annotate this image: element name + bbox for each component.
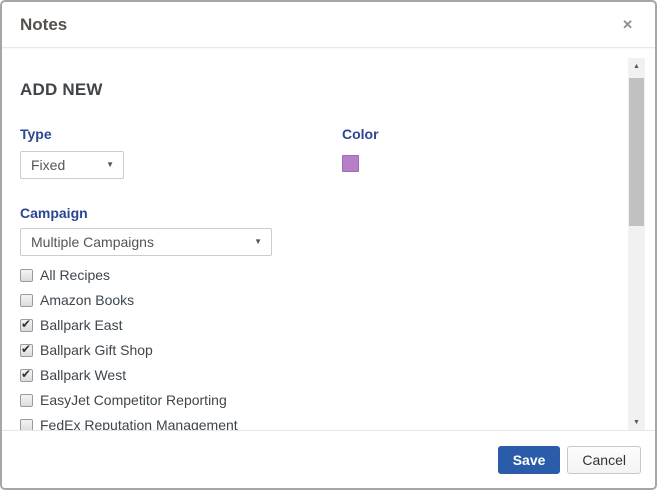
save-button[interactable]: Save	[498, 446, 561, 474]
modal-footer: Save Cancel	[2, 430, 655, 488]
scrollbar[interactable]: ▲ ▼	[628, 58, 645, 430]
scrollbar-thumb[interactable]	[629, 78, 644, 226]
campaign-option-row[interactable]: Ballpark East	[20, 313, 615, 338]
campaign-label: Campaign	[20, 205, 615, 222]
scroll-up-icon[interactable]: ▲	[628, 58, 645, 74]
type-label: Type	[20, 126, 342, 143]
campaign-option-row[interactable]: Ballpark Gift Shop	[20, 338, 615, 363]
modal-title: Notes	[20, 15, 67, 35]
campaign-option-checkbox[interactable]	[20, 319, 33, 332]
campaign-option-row[interactable]: FedEx Reputation Management	[20, 413, 615, 430]
chevron-down-icon: ▼	[106, 152, 114, 178]
campaign-option-checkbox[interactable]	[20, 269, 33, 282]
campaign-option-checkbox[interactable]	[20, 369, 33, 382]
type-select-value: Fixed	[31, 157, 65, 173]
cancel-button[interactable]: Cancel	[567, 446, 641, 474]
campaign-option-row[interactable]: All Recipes	[20, 263, 615, 288]
type-select[interactable]: Fixed ▼	[20, 151, 124, 179]
campaign-select[interactable]: Multiple Campaigns ▼	[20, 228, 272, 256]
type-color-row: Type Fixed ▼ Color	[20, 126, 615, 179]
campaign-option-row[interactable]: EasyJet Competitor Reporting	[20, 388, 615, 413]
campaign-option-label: Ballpark West	[40, 363, 126, 388]
campaign-option-label: Ballpark East	[40, 313, 122, 338]
color-field: Color	[342, 126, 379, 179]
campaign-option-checkbox[interactable]	[20, 344, 33, 357]
notes-modal: Notes ✕ ADD NEW Type Fixed ▼ Color Campa…	[0, 0, 657, 490]
color-swatch[interactable]	[342, 155, 359, 172]
campaign-option-row[interactable]: Amazon Books	[20, 288, 615, 313]
color-label: Color	[342, 126, 379, 143]
chevron-down-icon: ▼	[254, 229, 262, 255]
campaign-checkbox-list: All Recipes Amazon Books Ballpark East B…	[20, 263, 615, 430]
campaign-field: Campaign Multiple Campaigns ▼	[20, 205, 615, 256]
campaign-option-label: FedEx Reputation Management	[40, 413, 238, 430]
campaign-select-value: Multiple Campaigns	[31, 234, 154, 250]
modal-body: ADD NEW Type Fixed ▼ Color Campaign Mult…	[2, 48, 655, 430]
campaign-option-row[interactable]: Ballpark West	[20, 363, 615, 388]
campaign-option-checkbox[interactable]	[20, 419, 33, 430]
campaign-option-label: EasyJet Competitor Reporting	[40, 388, 227, 413]
modal-header: Notes ✕	[2, 2, 655, 48]
campaign-option-label: Amazon Books	[40, 288, 134, 313]
scroll-down-icon[interactable]: ▼	[628, 414, 645, 430]
campaign-option-label: All Recipes	[40, 263, 110, 288]
campaign-option-checkbox[interactable]	[20, 394, 33, 407]
type-field: Type Fixed ▼	[20, 126, 342, 179]
section-heading-add-new: ADD NEW	[20, 80, 615, 100]
close-icon[interactable]: ✕	[618, 14, 637, 35]
campaign-option-checkbox[interactable]	[20, 294, 33, 307]
campaign-option-label: Ballpark Gift Shop	[40, 338, 153, 363]
